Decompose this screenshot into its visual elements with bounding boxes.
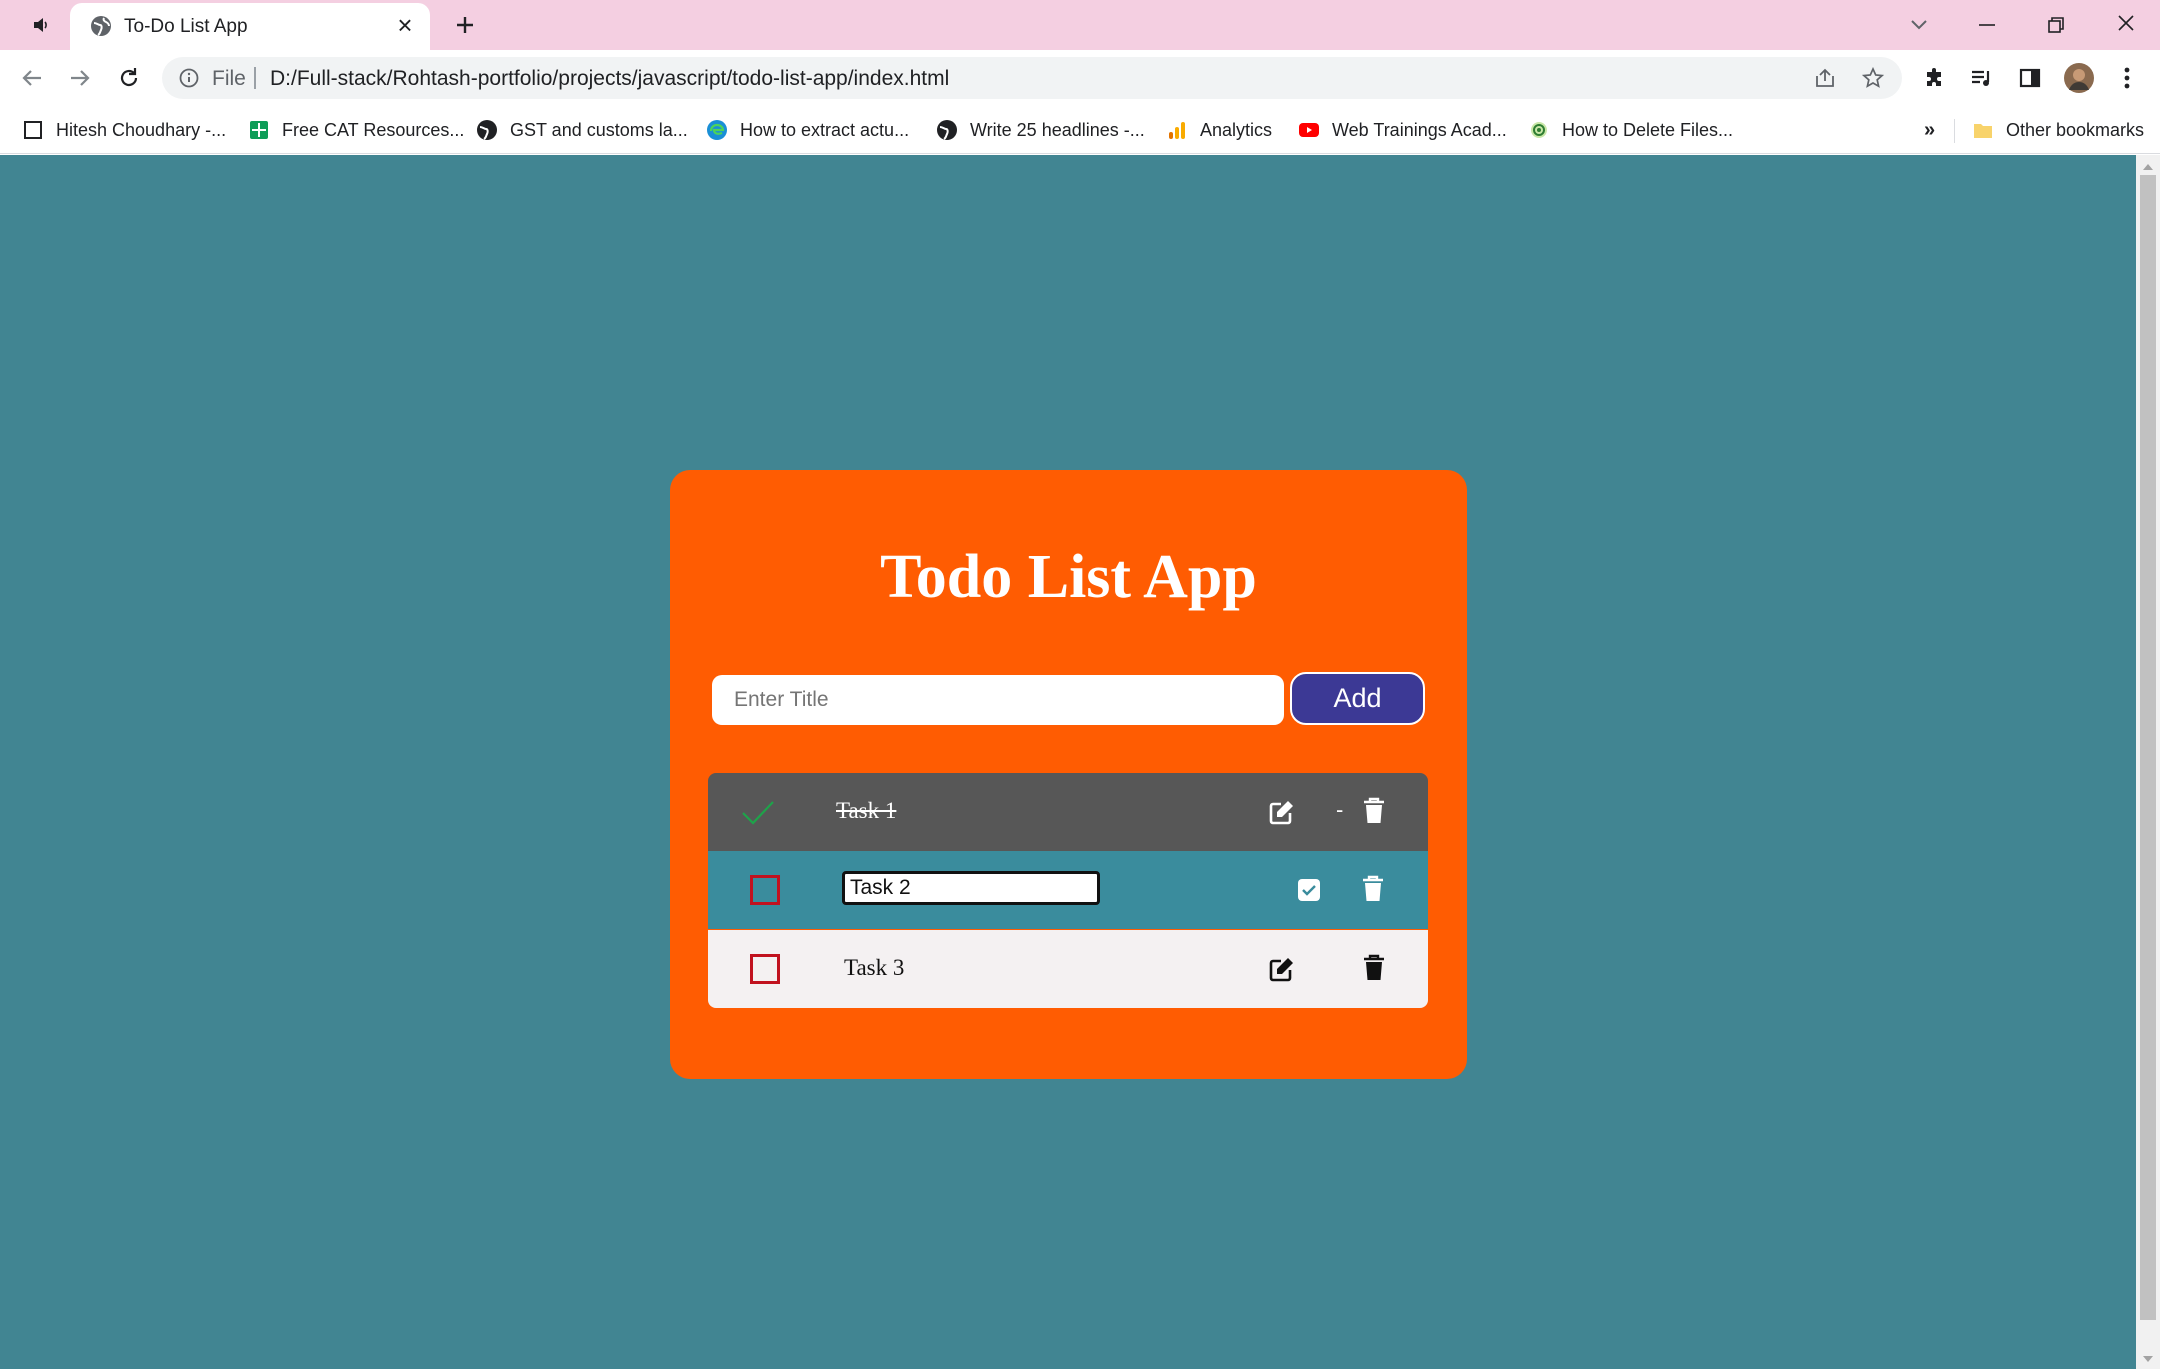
folder-icon — [1972, 119, 1994, 141]
task-row: Task 3 — [708, 930, 1428, 1008]
bookmarks-bar: Hitesh Choudhary -... Free CAT Resources… — [0, 107, 2160, 154]
forward-icon[interactable] — [64, 62, 96, 94]
youtube-icon — [1298, 119, 1320, 141]
bookmark-item[interactable]: How to Delete Files... — [1528, 115, 1733, 145]
task-checkbox[interactable] — [750, 954, 780, 984]
bookmark-label: Web Trainings Acad... — [1332, 119, 1507, 140]
analytics-icon — [1166, 119, 1188, 141]
sheets-icon — [248, 119, 270, 141]
todo-card: Todo List App Add Task 1 - — [670, 470, 1467, 1079]
delete-icon[interactable] — [1362, 797, 1390, 825]
profile-avatar[interactable] — [2063, 62, 2095, 94]
bookmark-item[interactable]: Analytics — [1166, 115, 1272, 145]
bookmark-label: How to extract actu... — [740, 119, 910, 140]
side-panel-icon[interactable] — [2015, 63, 2045, 93]
task-title: Task 1 — [836, 798, 897, 823]
browser-toolbar: File D:/Full-stack/Rohtash-portfolio/pro… — [0, 50, 2160, 107]
back-icon[interactable] — [16, 62, 48, 94]
new-tab-icon[interactable] — [450, 10, 480, 40]
page-icon — [22, 119, 44, 141]
tab-search-icon[interactable] — [1904, 10, 1934, 40]
other-bookmarks-label: Other bookmarks — [2006, 119, 2145, 140]
minimize-icon[interactable] — [1972, 10, 2002, 40]
delete-icon[interactable] — [1361, 875, 1389, 903]
info-icon[interactable] — [178, 67, 200, 89]
bookmark-item[interactable]: Web Trainings Acad... — [1298, 115, 1507, 145]
other-bookmarks[interactable]: Other bookmarks — [1972, 115, 2144, 145]
green-logo-icon — [1528, 119, 1550, 141]
edge-icon — [706, 119, 728, 141]
bookmarks-overflow-button[interactable]: » — [1924, 115, 1935, 145]
reload-icon[interactable] — [113, 62, 145, 94]
tab-title: To-Do List App — [124, 16, 248, 37]
address-bar[interactable]: File D:/Full-stack/Rohtash-portfolio/pro… — [162, 57, 1902, 99]
add-button[interactable]: Add — [1290, 672, 1425, 725]
tab-close-icon[interactable]: × — [392, 12, 418, 39]
bookmark-label: Free CAT Resources... — [282, 119, 465, 140]
address-separator — [254, 67, 256, 89]
bookmark-item[interactable]: GST and customs la... — [476, 115, 688, 145]
bookmark-label: Analytics — [1200, 119, 1273, 140]
check-icon[interactable] — [740, 799, 776, 827]
scroll-thumb[interactable] — [2140, 175, 2156, 1320]
bookmark-star-icon[interactable] — [1860, 65, 1886, 91]
scroll-down-icon[interactable] — [2142, 1351, 2154, 1369]
tab-strip: To-Do List App × — [0, 0, 2160, 51]
globe-icon — [90, 15, 112, 37]
url-text[interactable]: D:/Full-stack/Rohtash-portfolio/projects… — [270, 67, 949, 91]
task-title: Task 3 — [844, 955, 905, 980]
bookmark-item[interactable]: Free CAT Resources... — [248, 115, 464, 145]
app-title: Todo List App — [880, 543, 1257, 611]
task-edit-input[interactable] — [842, 871, 1100, 905]
tab-audio-icon[interactable] — [28, 12, 54, 38]
bookmark-item[interactable]: Hitesh Choudhary -... — [22, 115, 226, 145]
bookmark-item[interactable]: How to extract actu... — [706, 115, 909, 145]
bookmark-label: GST and customs la... — [510, 119, 688, 140]
task-row-editing — [708, 851, 1428, 929]
media-control-icon[interactable] — [1967, 63, 1997, 93]
scheme-label: File — [212, 67, 246, 90]
restore-icon[interactable] — [2041, 10, 2071, 40]
browser-tab[interactable]: To-Do List App × — [70, 3, 430, 51]
extensions-icon[interactable] — [1920, 63, 1950, 93]
delete-icon[interactable] — [1362, 954, 1390, 982]
task-row-completed: Task 1 - — [708, 773, 1428, 851]
page-viewport: Todo List App Add Task 1 - — [0, 155, 2136, 1369]
bookmark-label: How to Delete Files... — [1562, 119, 1734, 140]
task-checkbox[interactable] — [750, 875, 780, 905]
globe-icon — [936, 119, 958, 141]
bookmark-item[interactable]: Write 25 headlines -... — [936, 115, 1145, 145]
edit-icon[interactable] — [1268, 955, 1296, 983]
menu-kebab-icon[interactable] — [2112, 63, 2142, 93]
page-scrollbar[interactable] — [2136, 155, 2160, 1369]
title-input[interactable] — [712, 675, 1284, 725]
bookmarks-divider — [1954, 119, 1955, 143]
globe-icon — [476, 119, 498, 141]
separator-dash: - — [1336, 797, 1344, 822]
close-window-icon[interactable] — [2111, 8, 2141, 38]
bookmark-label: Write 25 headlines -... — [970, 119, 1145, 140]
bookmark-label: Hitesh Choudhary -... — [56, 119, 227, 140]
save-check-icon[interactable] — [1298, 879, 1320, 901]
edit-icon[interactable] — [1268, 798, 1296, 826]
share-icon[interactable] — [1812, 65, 1838, 91]
